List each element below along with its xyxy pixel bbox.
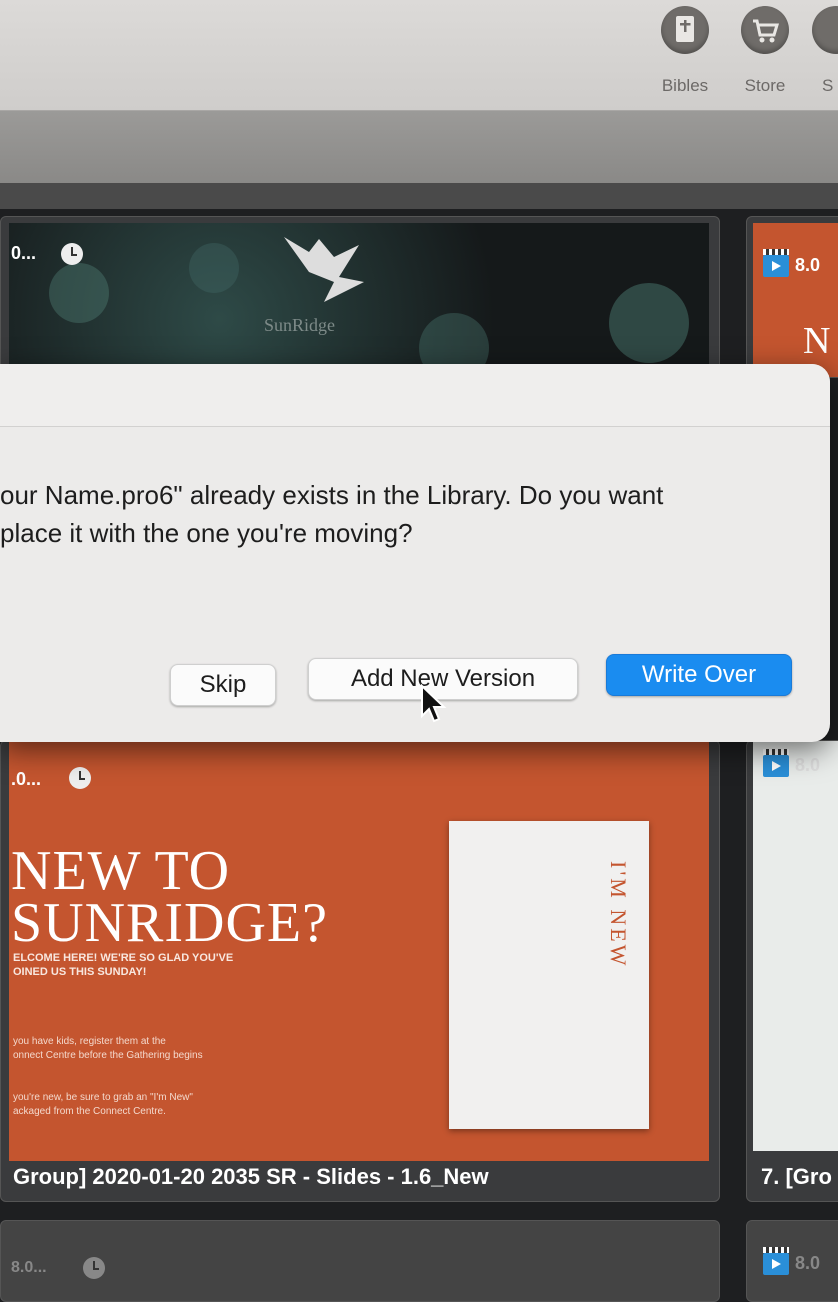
bibles-button[interactable]: Bibles <box>646 0 724 110</box>
slide-card-selected[interactable]: NEW TO SUNRIDGE? ELCOME HERE! WE'RE SO G… <box>0 740 720 1202</box>
clock-icon <box>61 243 83 265</box>
slide-card-bottom-left[interactable]: 8.0... <box>0 1220 720 1302</box>
slide-new-text: you're new, be sure to grab an "I'm New"… <box>13 1092 193 1117</box>
slide-thumbnail: SunRidge <box>9 223 709 377</box>
slide-kids-text: you have kids, register them at the onne… <box>13 1036 203 1061</box>
video-icon <box>763 249 789 277</box>
card-badge: 8.0 <box>795 1253 821 1273</box>
slide-card-top-right[interactable]: N 8.0 <box>746 216 838 378</box>
toolbar: Bibles Store S <box>0 0 838 111</box>
bible-icon <box>661 6 709 54</box>
slide-letter: N <box>803 320 831 362</box>
write-over-button[interactable]: Write Over <box>606 654 792 696</box>
video-icon <box>763 749 789 777</box>
clock-icon <box>83 1257 105 1279</box>
slide-thumbnail: N <box>753 223 838 377</box>
slide-title: NEW TO SUNRIDGE? <box>11 840 328 954</box>
dialog-message: our Name.pro6" already exists in the Lib… <box>0 480 664 548</box>
slide-caption: Group] 2020-01-20 2035 SR - Slides - 1.6… <box>13 1164 489 1189</box>
partial-toolbar-button[interactable]: S <box>806 0 838 110</box>
slide-thumbnail: NEW TO SUNRIDGE? ELCOME HERE! WE'RE SO G… <box>9 741 709 1161</box>
video-icon <box>763 1247 789 1275</box>
slide-thumbnail <box>753 741 838 1151</box>
church-logo-icon <box>284 237 364 302</box>
card-badge: .0... <box>11 769 42 789</box>
store-button[interactable]: Store <box>726 0 804 110</box>
mouse-pointer-icon <box>421 684 447 723</box>
im-new-card-image: I'M NEW <box>449 821 649 1129</box>
card-badge: 8.0... <box>11 1259 47 1276</box>
skip-button[interactable]: Skip <box>170 664 276 706</box>
store-label: Store <box>744 76 786 95</box>
card-badge: 8.0 <box>795 255 821 275</box>
slide-card-bottom-right[interactable]: 8.0 <box>746 1220 838 1302</box>
clock-icon <box>69 767 91 789</box>
partial-icon <box>812 6 838 54</box>
slide-welcome-text: ELCOME HERE! WE'RE SO GLAD YOU'VE OINED … <box>13 952 234 978</box>
card-badge: 8.0 <box>795 755 821 775</box>
partial-label: S <box>822 76 834 95</box>
slide-caption: 7. [Gro <box>761 1164 832 1189</box>
dialog-header <box>0 364 830 427</box>
slide-card-top-left[interactable]: SunRidge 0... <box>0 216 720 378</box>
replace-file-dialog: our Name.pro6" already exists in the Lib… <box>0 364 830 742</box>
cart-icon <box>741 6 789 54</box>
slide-card-middle-right[interactable]: 8.0 7. [Gro <box>746 740 838 1202</box>
card-badge: 0... <box>11 243 37 263</box>
bibles-label: Bibles <box>661 76 709 95</box>
logo-text: SunRidge <box>264 315 336 335</box>
divider-strip <box>0 183 838 209</box>
paper-text: I'M NEW <box>606 861 631 969</box>
library-header-bar <box>0 111 838 183</box>
